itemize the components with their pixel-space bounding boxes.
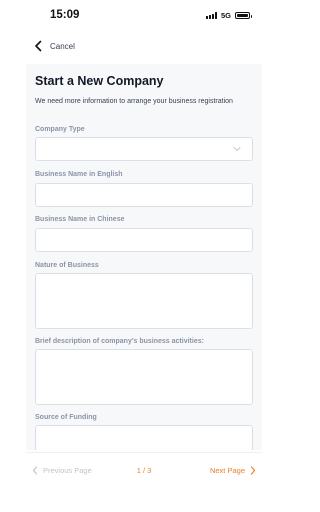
nature-of-business-label: Nature of Business xyxy=(35,262,99,269)
next-page-button[interactable]: Next Page xyxy=(210,466,256,475)
pagination-footer: 1 / 3 Previous Page Next Page xyxy=(26,452,262,490)
chevron-right-icon xyxy=(250,466,256,475)
cancel-label: Cancel xyxy=(50,41,75,51)
next-page-label: Next Page xyxy=(209,466,245,475)
brief-description-textarea[interactable] xyxy=(35,349,253,405)
signal-icon xyxy=(205,12,217,19)
chevron-left-icon xyxy=(32,466,38,475)
cancel-button[interactable]: Cancel xyxy=(34,38,75,54)
status-bar: 15:09 5G xyxy=(0,0,288,30)
nature-of-business-textarea[interactable] xyxy=(35,273,253,329)
business-name-en-input[interactable] xyxy=(35,183,253,207)
status-time: 15:09 xyxy=(50,9,80,21)
company-type-select[interactable] xyxy=(35,137,253,161)
source-of-funding-input[interactable] xyxy=(35,425,253,450)
brief-description-label: Brief description of company's business … xyxy=(35,338,204,345)
form-card: Start a New Company We need more informa… xyxy=(26,64,262,450)
page-title: Start a New Company xyxy=(35,74,164,88)
status-indicators: 5G xyxy=(205,11,252,20)
previous-page-button[interactable]: Previous Page xyxy=(32,466,92,475)
previous-page-label: Previous Page xyxy=(43,466,92,475)
chevron-down-icon xyxy=(233,147,241,151)
page-subtitle: We need more information to arrange your… xyxy=(35,98,233,105)
business-name-zh-label: Business Name in Chinese xyxy=(35,216,125,223)
company-type-label: Company Type xyxy=(35,126,85,133)
chevron-left-icon xyxy=(35,40,42,52)
source-of-funding-label: Source of Funding xyxy=(35,414,97,421)
battery-icon xyxy=(235,12,252,19)
business-name-zh-input[interactable] xyxy=(35,228,253,252)
business-name-en-label: Business Name in English xyxy=(35,171,123,178)
network-type: 5G xyxy=(220,11,231,20)
